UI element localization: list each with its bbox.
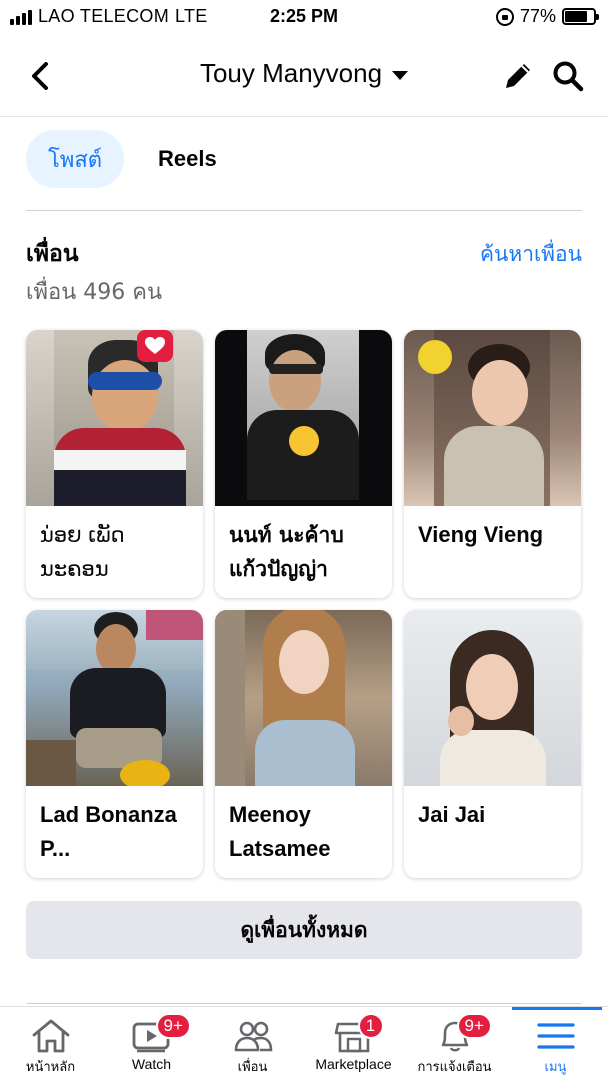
friend-card[interactable]: Vieng Vieng [404,330,581,598]
bottom-navigation: หน้าหลัก 9+ Watch เพื่อน 1 Marketplace 9… [0,1006,608,1080]
tab-divider [26,210,582,211]
friend-card[interactable]: นนท์ นะค้าบ แก้วปัญญ่า [215,330,392,598]
friend-count: เพื่อน 496 คน [26,280,163,305]
section-divider [26,1003,582,1004]
watch-video-icon: 9+ [130,1013,191,1055]
friend-photo[interactable] [215,330,392,506]
nav-menu-label: เมนู [544,1060,567,1075]
caret-down-icon[interactable] [392,70,409,80]
battery-percent: 77% [519,6,556,26]
friend-photo[interactable] [404,330,581,506]
rotation-lock-icon [495,7,514,26]
nav-home[interactable]: หน้าหลัก [0,1007,101,1080]
marketplace-store-icon: 1 [332,1013,384,1055]
notifications-badge: 9+ [456,1013,492,1039]
friend-card[interactable]: Lad Bonanza P... [26,610,203,878]
nav-friends-label: เพื่อน [237,1060,268,1075]
search-icon [553,61,584,92]
edit-button[interactable] [498,56,538,96]
friend-name[interactable]: Meenoy Latsamee [215,786,392,866]
friend-name[interactable]: Lad Bonanza P... [26,786,203,866]
home-icon [29,1017,73,1055]
friend-name[interactable]: Vieng Vieng [404,506,581,552]
friends-icon [231,1017,275,1055]
chevron-left-icon [32,62,48,90]
friend-card[interactable]: Jai Jai [404,610,581,878]
friend-name[interactable]: ນ່ອຍ ເພັດ ນະຄອນ [26,506,203,586]
profile-name[interactable]: Touy Manyvong [200,58,382,89]
back-button[interactable] [22,58,58,94]
profile-tabs: โพสต์ Reels [26,130,239,188]
friend-photo[interactable] [26,330,203,506]
status-bar: LAO TELECOM LTE 2:25 PM 77% [0,0,608,34]
pencil-icon [506,64,530,88]
friend-name[interactable]: Jai Jai [404,786,581,832]
friend-photo[interactable] [26,610,203,786]
menu-hamburger-icon [534,1017,578,1055]
tab-posts[interactable]: โพสต์ [26,130,125,188]
friends-section-title: เพื่อน [26,241,79,267]
find-friends-link[interactable]: ค้นหาเพื่อน [480,238,582,271]
marketplace-badge: 1 [357,1013,384,1039]
sticker-emoji-icon [418,340,452,374]
carrier-info: LAO TELECOM LTE [10,6,208,27]
search-button[interactable] [548,56,588,96]
signal-strength-icon [10,9,32,25]
carrier-name: LAO TELECOM [38,6,170,26]
smiley-emoji-icon [289,426,319,456]
friend-card[interactable]: Meenoy Latsamee [215,610,392,878]
nav-marketplace-label: Marketplace [315,1056,392,1072]
profile-header: Touy Manyvong [0,36,608,116]
nav-watch-label: Watch [131,1056,172,1072]
nav-menu[interactable]: เมนู [505,1007,606,1080]
tab-reels[interactable]: Reels [136,130,239,188]
friend-photo[interactable] [215,610,392,786]
status-right: 77% [495,6,599,27]
friend-photo[interactable] [404,610,581,786]
nav-notifications-label: การแจ้งเตือน [417,1060,492,1075]
bell-icon: 9+ [433,1013,492,1055]
see-all-friends-button[interactable]: ดูเพื่อนทั้งหมด [26,901,582,959]
heart-icon [137,330,173,362]
header-divider [0,116,608,117]
nav-notifications[interactable]: 9+ การแจ้งเตือน [404,1007,505,1080]
nav-home-label: หน้าหลัก [25,1060,76,1075]
friend-name[interactable]: นนท์ นะค้าบ แก้วปัญญ่า [215,506,392,586]
watch-badge: 9+ [155,1013,191,1039]
battery-icon [562,8,599,25]
friend-card[interactable]: ນ່ອຍ ເພັດ ນະຄອນ [26,330,203,598]
network-type: LTE [175,6,208,26]
friends-grid: ນ່ອຍ ເພັດ ນະຄອນ นนท์ นะค้าบ แก้วปัญญ่า V… [26,330,582,878]
nav-friends[interactable]: เพื่อน [202,1007,303,1080]
nav-marketplace[interactable]: 1 Marketplace [303,1007,404,1080]
nav-watch[interactable]: 9+ Watch [101,1007,202,1080]
